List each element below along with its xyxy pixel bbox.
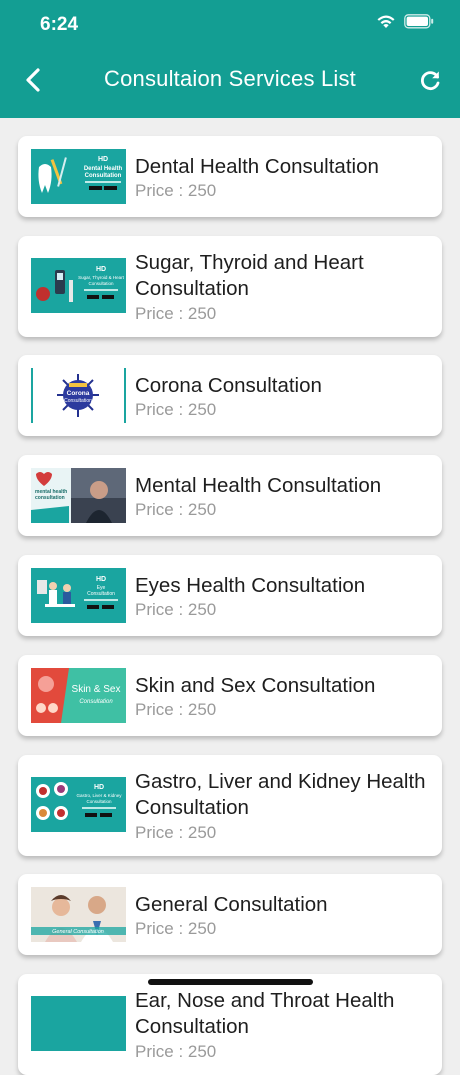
service-card[interactable]: mental health consultation Mental Health… xyxy=(18,455,442,536)
service-title: Dental Health Consultation xyxy=(135,155,379,178)
service-thumbnail: HD Eye Consultation xyxy=(31,568,126,623)
service-thumbnail: mental health consultation xyxy=(31,468,126,523)
app-header: 6:24 Consultaion Services List xyxy=(0,0,460,118)
svg-text:Consultation: Consultation xyxy=(64,398,92,404)
svg-text:HD: HD xyxy=(96,576,106,583)
service-title: Sugar, Thyroid and Heart Consultation xyxy=(135,251,364,300)
service-price: Price : 250 xyxy=(135,700,217,719)
service-price: Price : 250 xyxy=(135,600,217,619)
service-title: General Consultation xyxy=(135,893,328,916)
service-thumbnail: Corona Consultation xyxy=(31,368,126,423)
svg-text:Consultation: Consultation xyxy=(88,281,114,286)
svg-text:HD: HD xyxy=(98,156,108,163)
service-price: Price : 250 xyxy=(135,1042,217,1061)
svg-text:Sugar, Thyroid & Heart: Sugar, Thyroid & Heart xyxy=(78,275,124,280)
service-price: Price : 250 xyxy=(135,181,217,200)
service-card[interactable]: Ear, Nose and Throat Health Consultation… xyxy=(18,974,442,1075)
status-icons xyxy=(376,14,434,29)
service-card[interactable]: HD Eye Consultation Eyes Health Consulta… xyxy=(18,555,442,636)
service-price: Price : 250 xyxy=(135,304,217,323)
status-time: 6:24 xyxy=(40,14,79,35)
svg-text:Skin & Sex: Skin & Sex xyxy=(72,684,121,695)
service-title: Eyes Health Consultation xyxy=(135,574,366,597)
refresh-icon xyxy=(420,71,440,90)
service-title: Corona Consultation xyxy=(135,374,322,397)
service-thumbnail: General Consultation xyxy=(31,887,126,942)
service-title: Mental Health Consultation xyxy=(135,474,382,497)
service-card[interactable]: Corona Consultation Corona Consultation … xyxy=(18,355,442,436)
svg-text:consultation: consultation xyxy=(35,495,65,501)
home-indicator[interactable] xyxy=(148,979,313,985)
service-thumbnail: HD Dental Health Consultation xyxy=(31,149,126,204)
service-thumbnail: HD Gastro, Liver & Kidney Consultation xyxy=(31,777,126,832)
service-title: Gastro, Liver and Kidney Health Consulta… xyxy=(135,770,426,819)
page-title: Consultaion Services List xyxy=(103,66,356,91)
service-thumbnail: Skin & Sex Consultation xyxy=(31,668,126,723)
service-price: Price : 250 xyxy=(135,919,217,938)
wifi-icon xyxy=(376,14,396,29)
battery-icon xyxy=(404,14,434,29)
svg-text:Corona: Corona xyxy=(67,390,90,397)
service-thumbnail xyxy=(31,996,126,1051)
refresh-button[interactable] xyxy=(416,67,444,95)
service-price: Price : 250 xyxy=(135,400,217,419)
svg-text:Consultation: Consultation xyxy=(79,699,113,705)
svg-text:Consultation: Consultation xyxy=(85,173,122,179)
service-price: Price : 250 xyxy=(135,500,217,519)
svg-text:HD: HD xyxy=(96,266,106,273)
svg-text:General Consultation: General Consultation xyxy=(52,929,104,935)
svg-text:Consultation: Consultation xyxy=(86,799,112,804)
svg-text:Consultation: Consultation xyxy=(87,591,115,597)
service-card[interactable]: HD Gastro, Liver & Kidney Consultation G… xyxy=(18,755,442,856)
service-price: Price : 250 xyxy=(135,823,217,842)
svg-text:HD: HD xyxy=(94,784,104,791)
service-card[interactable]: General Consultation General Consultatio… xyxy=(18,874,442,955)
service-card[interactable]: HD Dental Health Consultation Dental Hea… xyxy=(18,136,442,217)
service-card[interactable]: Skin & Sex Consultation Skin and Sex Con… xyxy=(18,655,442,736)
svg-text:Dental Health: Dental Health xyxy=(84,166,123,172)
svg-text:Gastro, Liver & Kidney: Gastro, Liver & Kidney xyxy=(76,793,122,798)
service-thumbnail: HD Sugar, Thyroid & Heart Consultation xyxy=(31,258,126,313)
service-title: Skin and Sex Consultation xyxy=(135,674,376,697)
service-card[interactable]: HD Sugar, Thyroid & Heart Consultation S… xyxy=(18,236,442,337)
